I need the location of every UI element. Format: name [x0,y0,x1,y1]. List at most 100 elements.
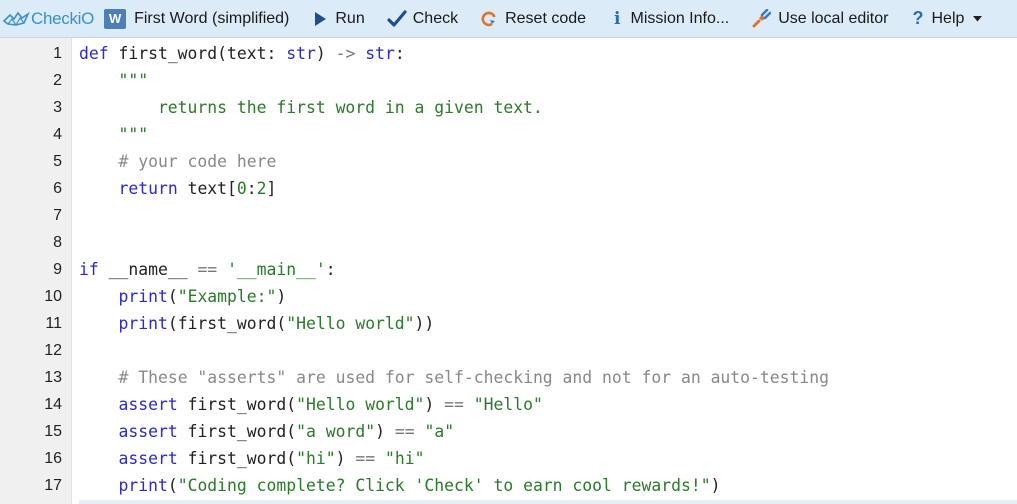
line-number: 4 [53,126,62,143]
code-text: assert first_word("Hello world") == "Hel… [79,391,542,418]
code-token: '__main__' [227,260,326,279]
line-number: 11 [45,315,62,332]
line-number: 8 [53,234,62,251]
code-line[interactable]: 14 assert first_word("Hello world") == "… [0,391,1017,418]
code-token: print [118,314,168,333]
help-label: Help [931,9,965,27]
code-token: "a" [424,422,455,441]
play-icon [313,11,327,27]
line-number: 10 [44,288,62,305]
code-token: -> [335,44,356,63]
line-number: 2 [53,72,62,89]
line-number: 7 [53,207,62,224]
code-token: ) [335,449,356,468]
line-number: 1 [53,45,62,62]
code-line[interactable]: 4 """ [0,121,1017,148]
code-token: 2 [256,179,267,198]
code-token: print [118,287,168,306]
code-token: : [325,260,336,279]
code-token: if [79,260,99,279]
code-text: assert first_word("a word") == "a" [79,418,454,445]
code-text: """ [79,121,148,148]
code-token: return [118,179,178,198]
code-line[interactable]: 5 # your code here [0,148,1017,175]
code-line[interactable]: 9 if __name__ == '__main__': [0,256,1017,283]
reset-icon [480,10,498,28]
code-token: first_word( [177,422,297,441]
code-text: print(first_word("Hello world")) [79,310,434,337]
use-local-editor-button[interactable]: Use local editor [751,0,888,38]
code-line[interactable]: 10 print("Example:") [0,283,1017,310]
code-token: 0 [236,179,247,198]
help-question-icon: ? [912,8,924,28]
code-token: ( [167,476,178,495]
line-number: 3 [53,99,62,116]
code-token: ) [375,422,395,441]
check-button[interactable]: Check [387,0,458,38]
code-token: first_word( [177,395,297,414]
code-token: "hi" [384,449,425,468]
code-line[interactable]: 7 [0,202,1017,229]
checkmark-icon [387,9,407,28]
line-number: 16 [44,450,62,467]
code-token: """ [118,125,149,144]
code-line[interactable]: 15 assert first_word("a word") == "a" [0,418,1017,445]
mission-title-label: First Word (simplified) [134,9,290,27]
code-line[interactable]: 13 # These "asserts" are used for self-c… [0,364,1017,391]
code-token: == [444,395,464,414]
local-editor-label: Use local editor [778,9,889,27]
code-token: "hi" [296,449,336,468]
code-token: "Example:" [177,287,277,306]
code-line[interactable]: 17 print("Coding complete? Click 'Check'… [0,472,1017,499]
mission-info-button[interactable]: i Mission Info... [614,0,729,38]
code-line[interactable]: 1 def first_word(text: str) -> str: [0,40,1017,67]
checkio-logo[interactable]: CheckiO [2,0,94,38]
code-token: ) [276,287,287,306]
code-token: == [197,260,218,279]
check-label: Check [412,9,459,27]
code-token: # your code here [118,152,277,171]
code-line[interactable]: 6 return text[0:2] [0,175,1017,202]
code-line[interactable]: 3 returns the first word in a given text… [0,94,1017,121]
code-token: # These "asserts" are used for self-chec… [118,368,829,387]
chevron-down-icon [973,15,983,22]
reset-label: Reset code [505,9,587,27]
reset-code-button[interactable]: Reset code [480,0,586,38]
code-token: str [365,44,395,63]
code-token: ) [710,476,721,495]
logo-text: CheckiO [31,8,95,28]
code-text: print("Coding complete? Click 'Check' to… [79,472,720,499]
code-token: "Coding complete? Click 'Check' to earn … [177,476,711,495]
run-button[interactable]: Run [313,0,365,38]
code-line[interactable]: 2 """ [0,67,1017,94]
line-number: 13 [44,369,62,386]
line-number: 15 [44,423,62,440]
help-menu[interactable]: ? Help [912,0,983,38]
code-token: str [286,44,316,63]
code-token: : [394,44,405,63]
code-text: return text[0:2] [79,175,276,202]
code-token: assert [118,449,178,468]
mission-title[interactable]: W First Word (simplified) [104,0,289,38]
code-line[interactable]: 11 print(first_word("Hello world")) [0,310,1017,337]
code-line[interactable]: 12 [0,337,1017,364]
code-line[interactable]: 16 assert first_word("hi") == "hi" [0,445,1017,472]
code-token: first_word(text: [108,44,287,63]
code-token: ( [167,287,178,306]
code-line[interactable]: 8 [0,229,1017,256]
code-editor[interactable]: 1 def first_word(text: str) -> str: 2 """ 3… [0,38,1017,504]
mission-info-label: Mission Info... [630,9,730,27]
line-number: 6 [53,180,62,197]
code-token: == [394,422,415,441]
code-text: # These "asserts" are used for self-chec… [79,364,829,391]
